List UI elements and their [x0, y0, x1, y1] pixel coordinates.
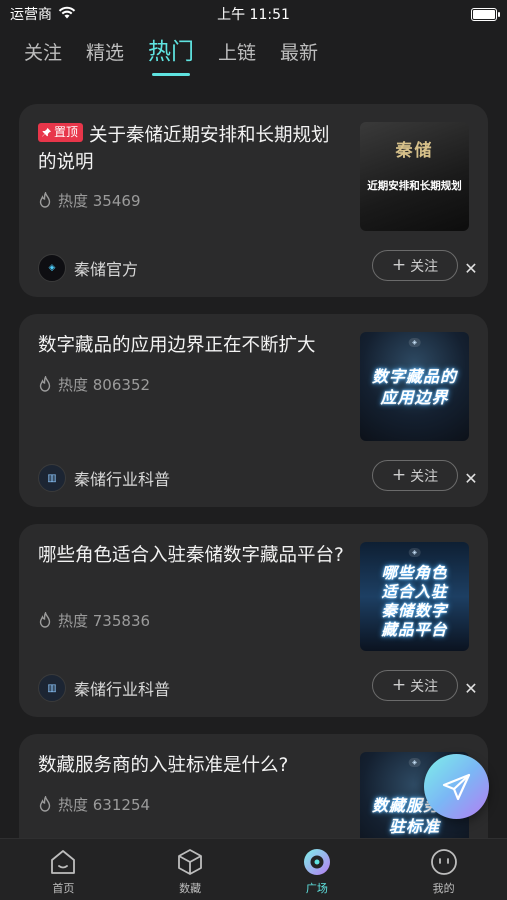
heat-count: 热度 631254 — [38, 794, 150, 815]
tab-follow[interactable]: 关注 — [24, 36, 62, 66]
flame-icon — [39, 376, 51, 392]
post-card[interactable]: 数字藏品的应用边界正在不断扩大 热度 806352 ◈ 数字藏品的应用边界 ▥ … — [19, 314, 488, 507]
battery-icon — [471, 7, 500, 21]
heat-label: 热度 631254 — [58, 796, 151, 814]
pinned-label: 置顶 — [54, 125, 79, 139]
nav-square[interactable]: 广场 — [254, 839, 381, 900]
battery-fill — [473, 9, 495, 19]
thumb-badge: ◈ — [408, 338, 421, 347]
dismiss-icon[interactable]: ✕ — [464, 681, 478, 697]
feed-tabs: 关注 精选 热门 上链 最新 — [0, 36, 507, 86]
follow-button[interactable]: + 关注 — [372, 670, 458, 701]
pinned-badge: 置顶 — [38, 123, 84, 142]
post-author[interactable]: ▥ 秦储行业科普 — [38, 464, 170, 492]
post-card[interactable]: 置顶 关于秦储近期安排和长期规划的说明 热度 35469 秦储 近期安排和长期规… — [19, 104, 488, 297]
tab-hot[interactable]: 热门 — [148, 36, 194, 68]
author-name: 秦储行业科普 — [74, 680, 171, 699]
post-title[interactable]: 哪些角色适合入驻秦储数字藏品平台? — [38, 542, 348, 569]
thumb-caption: 哪些角色适合入驻秦储数字藏品平台 — [381, 563, 448, 639]
follow-label: 关注 — [410, 258, 439, 275]
post-title[interactable]: 数字藏品的应用边界正在不断扩大 — [38, 332, 348, 359]
nav-profile[interactable]: 我的 — [380, 839, 507, 900]
post-author[interactable]: ◈ 秦储官方 — [38, 254, 138, 282]
heat-label: 热度 806352 — [58, 376, 151, 394]
post-title[interactable]: 置顶 关于秦储近期安排和长期规划的说明 — [38, 122, 348, 176]
nav-home[interactable]: 首页 — [0, 839, 127, 900]
post-author[interactable]: ▥ 秦储行业科普 — [38, 674, 170, 702]
avatar-mark: ▥ — [47, 472, 57, 484]
flame-icon — [39, 612, 51, 628]
home-icon — [51, 850, 76, 874]
pin-icon — [42, 127, 52, 137]
heat-label: 热度 735836 — [58, 612, 151, 630]
follow-label: 关注 — [410, 678, 439, 695]
heat-count: 热度 806352 — [38, 374, 150, 395]
post-title[interactable]: 数藏服务商的入驻标准是什么? — [38, 752, 348, 779]
thumb-caption: 近期安排和长期规划 — [367, 180, 462, 192]
thumb-logo: 秦储 — [395, 141, 434, 161]
chat-bubble-icon — [303, 849, 330, 875]
author-name: 秦储行业科普 — [74, 470, 171, 489]
post-card[interactable]: 哪些角色适合入驻秦储数字藏品平台? 热度 735836 ◈ 哪些角色适合入驻秦储… — [19, 524, 488, 717]
profile-face-icon — [430, 849, 457, 875]
thumb-badge: ◈ — [408, 548, 421, 557]
nav-label: 数藏 — [179, 882, 202, 895]
thumb-caption: 数字藏品的应用边界 — [371, 366, 457, 407]
flame-icon — [39, 192, 51, 208]
avatar-mark: ◈ — [48, 263, 56, 273]
nav-label: 首页 — [52, 882, 75, 895]
post-title-text: 数字藏品的应用边界正在不断扩大 — [38, 335, 316, 356]
thumb-badge: ◈ — [408, 758, 421, 767]
dismiss-icon[interactable]: ✕ — [464, 261, 478, 277]
tab-latest[interactable]: 最新 — [280, 36, 318, 66]
avatar[interactable]: ▥ — [38, 464, 66, 492]
flame-icon — [39, 796, 51, 812]
status-time: 上午 11:51 — [217, 7, 290, 23]
post-thumbnail[interactable]: ◈ 哪些角色适合入驻秦储数字藏品平台 — [360, 542, 469, 651]
dismiss-icon[interactable]: ✕ — [464, 471, 478, 487]
heat-label: 热度 35469 — [58, 192, 141, 210]
carrier-label: 运营商 — [10, 7, 52, 23]
wifi-icon — [58, 6, 76, 23]
follow-button[interactable]: + 关注 — [372, 250, 458, 281]
post-thumbnail[interactable]: 秦储 近期安排和长期规划 — [360, 122, 469, 231]
author-name: 秦储官方 — [74, 260, 139, 279]
avatar-mark: ▥ — [47, 682, 57, 694]
status-left: 运营商 — [10, 4, 76, 24]
avatar[interactable]: ◈ — [38, 254, 66, 282]
tab-on-chain[interactable]: 上链 — [218, 36, 256, 66]
create-post-button[interactable] — [424, 754, 489, 819]
tab-featured[interactable]: 精选 — [86, 36, 124, 66]
plus-icon: + — [391, 255, 407, 275]
avatar[interactable]: ▥ — [38, 674, 66, 702]
box-icon — [178, 849, 203, 875]
heat-count: 热度 735836 — [38, 610, 150, 631]
post-title-text: 数藏服务商的入驻标准是什么? — [38, 755, 289, 776]
post-title-text: 哪些角色适合入驻秦储数字藏品平台? — [38, 545, 344, 566]
post-feed: 置顶 关于秦储近期安排和长期规划的说明 热度 35469 秦储 近期安排和长期规… — [19, 104, 488, 900]
follow-button[interactable]: + 关注 — [372, 460, 458, 491]
plus-icon: + — [391, 675, 407, 695]
heat-count: 热度 35469 — [38, 190, 141, 211]
nav-label: 我的 — [432, 882, 455, 895]
follow-label: 关注 — [410, 468, 439, 485]
status-bar: 运营商 上午 11:51 — [0, 0, 507, 28]
post-thumbnail[interactable]: ◈ 数字藏品的应用边界 — [360, 332, 469, 441]
nav-label: 广场 — [305, 882, 328, 895]
send-icon — [442, 773, 470, 800]
bottom-nav: 首页 数藏 广场 我的 — [0, 838, 507, 900]
plus-icon: + — [391, 465, 407, 485]
nav-collections[interactable]: 数藏 — [127, 839, 254, 900]
